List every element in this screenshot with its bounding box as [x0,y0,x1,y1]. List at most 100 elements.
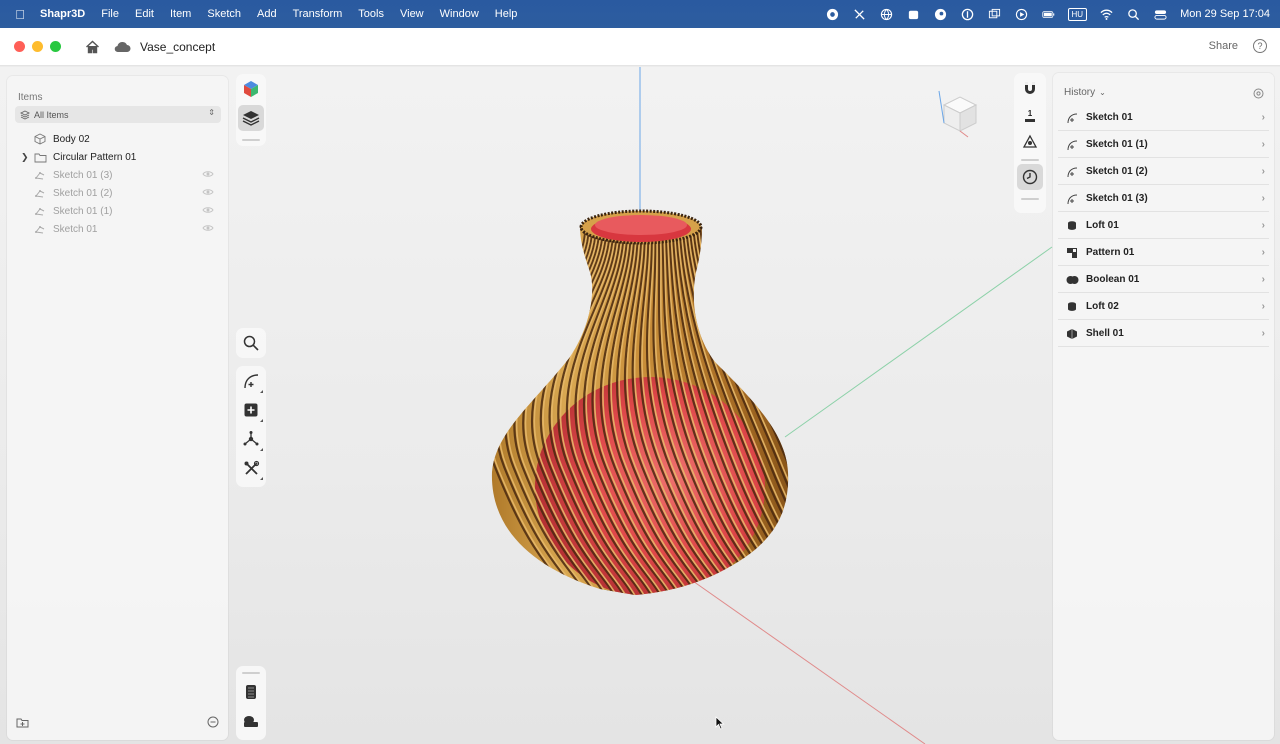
history-item-sketch-01-2[interactable]: Sketch 01 (2) › [1058,159,1269,185]
menu-help[interactable]: Help [487,8,526,20]
items-filter-value: All Items [34,109,69,120]
history-item-label: Pattern 01 [1086,247,1135,258]
visibility-off-icon[interactable] [202,224,214,232]
close-window-button[interactable] [14,41,25,52]
sketch-history-icon [1066,112,1080,124]
history-item-sketch-01-1[interactable]: Sketch 01 (1) › [1058,132,1269,158]
collapse-all-icon[interactable] [207,715,219,733]
chevron-updown-icon: ⇕ [208,108,215,117]
measure-tool-icon[interactable] [238,708,264,734]
chevron-right-icon: › [1261,139,1265,150]
menu-sketch[interactable]: Sketch [199,8,249,20]
bottom-tools-toolbar [236,666,266,740]
add-body-icon[interactable] [238,397,264,423]
sketch-curve-icon[interactable] [238,368,264,394]
visibility-off-icon[interactable] [202,206,214,214]
tree-item-sketch-01-1[interactable]: Sketch 01 (1) [7,202,228,220]
record-icon[interactable] [825,8,840,21]
history-item-loft-01[interactable]: Loft 01 › [1058,213,1269,239]
history-clock-icon[interactable] [1017,164,1043,190]
3d-viewport[interactable]: Items All Items ⇕ Body 02 ❯ Circular Pat… [0,67,1280,744]
spotlight-search-icon[interactable] [1126,8,1141,21]
units-button[interactable]: 1 [1017,102,1043,128]
items-filter-select[interactable]: All Items ⇕ [15,106,221,123]
menu-app-name[interactable]: Shapr3D [40,8,93,20]
document-title[interactable]: Vase_concept [140,40,215,54]
history-item-label: Loft 01 [1086,220,1119,231]
view-cube[interactable] [936,87,984,141]
share-button[interactable]: Share [1209,40,1238,52]
home-icon[interactable] [83,38,101,56]
search-toolbar [236,328,266,358]
tree-item-label: Body 02 [53,133,90,145]
units-label: 1 [1027,108,1033,118]
clip-icon[interactable] [906,8,921,21]
cloud-icon[interactable] [113,38,131,56]
chevron-down-icon: ⌄ [1099,88,1106,97]
visibility-off-icon[interactable] [202,188,214,196]
history-item-pattern-01[interactable]: Pattern 01 › [1058,240,1269,266]
tree-item-sketch-01[interactable]: Sketch 01 [7,220,228,238]
chevron-right-icon: › [1261,193,1265,204]
menu-add[interactable]: Add [249,8,285,20]
menu-transform[interactable]: Transform [285,8,351,20]
menu-view[interactable]: View [392,8,432,20]
menu-bar:  Shapr3D File Edit Item Sketch Add Tran… [0,0,1280,28]
tree-item-label: Sketch 01 [53,223,98,235]
menu-edit[interactable]: Edit [127,8,162,20]
minimize-window-button[interactable] [32,41,43,52]
menu-tools[interactable]: Tools [350,8,392,20]
chevron-right-icon: › [1261,274,1265,285]
menu-window[interactable]: Window [432,8,487,20]
help-icon[interactable]: ? [1253,39,1267,53]
layers-tool-icon[interactable] [238,105,264,131]
snapping-magnet-icon[interactable] [1017,75,1043,101]
vase-model[interactable] [488,209,881,607]
layers-icon [20,109,30,120]
new-folder-icon[interactable] [16,715,29,733]
history-item-boolean-01[interactable]: Boolean 01 › [1058,267,1269,293]
globe-icon[interactable] [879,8,894,21]
coin-icon[interactable] [960,8,975,21]
tree-item-sketch-01-2[interactable]: Sketch 01 (2) [7,184,228,202]
chevron-right-icon[interactable]: ❯ [21,152,31,163]
shell-icon [1066,328,1080,340]
chevron-right-icon: › [1261,328,1265,339]
appearance-cube-icon[interactable] [238,76,264,102]
apple-menu-icon[interactable]:  [0,7,40,22]
steam-icon[interactable] [933,8,948,21]
play-icon[interactable] [1014,8,1029,21]
history-item-label: Sketch 01 (1) [1086,139,1148,150]
menubar-clock[interactable]: Mon 29 Sep 17:04 [1180,8,1270,20]
history-dropdown[interactable]: History ⌄ [1064,87,1106,98]
tree-item-sketch-01-3[interactable]: Sketch 01 (3) [7,166,228,184]
windows-icon[interactable] [987,8,1002,21]
control-center-icon[interactable] [1153,8,1168,21]
history-settings-icon[interactable] [1253,86,1264,104]
pen-off-icon[interactable] [852,8,867,21]
tree-item-circular-pattern-01[interactable]: ❯ Circular Pattern 01 [7,148,228,166]
y-axis-line [784,246,1053,438]
tree-item-body-02[interactable]: Body 02 [7,130,228,148]
history-item-sketch-01-3[interactable]: Sketch 01 (3) › [1058,186,1269,212]
battery-icon[interactable] [1041,8,1056,21]
input-source-badge[interactable]: HU [1067,7,1088,21]
menu-item[interactable]: Item [162,8,199,20]
transform-icon[interactable] [238,426,264,452]
projection-icon[interactable] [1017,129,1043,155]
status-area: HU Mon 29 Sep 17:04 [825,0,1270,28]
tools-wrench-icon[interactable] [238,455,264,481]
zoom-window-button[interactable] [50,41,61,52]
right-view-toolbar: 1 [1014,73,1046,213]
history-item-shell-01[interactable]: Shell 01 › [1058,321,1269,347]
ruler-icon [1025,118,1035,122]
loft-icon [1066,220,1080,232]
visibility-off-icon[interactable] [202,170,214,178]
section-view-icon[interactable] [238,679,264,705]
search-icon[interactable] [238,330,264,356]
history-item-loft-02[interactable]: Loft 02 › [1058,294,1269,320]
menu-file[interactable]: File [93,8,127,20]
view-tools-toolbar [236,74,266,146]
wifi-icon[interactable] [1099,8,1114,21]
history-item-sketch-01[interactable]: Sketch 01 › [1058,105,1269,131]
